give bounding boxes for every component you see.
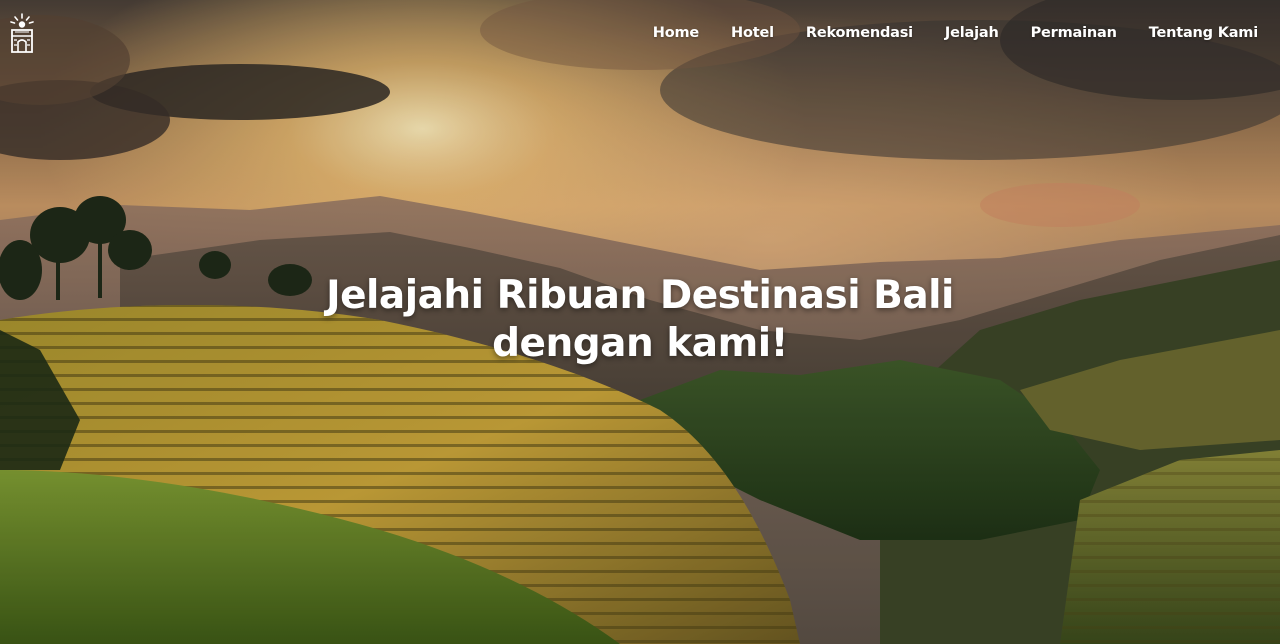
hero-headline-line2: dengan kami! (492, 321, 788, 366)
nav-item-jelajah[interactable]: Jelajah (945, 25, 999, 41)
hero-headline-line1: Jelajahi Ribuan Destinasi Bali (326, 273, 954, 318)
nav-item-hotel[interactable]: Hotel (731, 25, 774, 41)
hero-section: Home Hotel Rekomendasi Jelajah Permainan… (0, 0, 1280, 644)
nav-item-permainan[interactable]: Permainan (1031, 25, 1117, 41)
nav-item-rekomendasi[interactable]: Rekomendasi (806, 25, 913, 41)
temple-gate-icon[interactable] (9, 12, 35, 56)
hero-headline: Jelajahi Ribuan Destinasi Bali dengan ka… (0, 272, 1280, 368)
main-nav: Home Hotel Rekomendasi Jelajah Permainan… (653, 25, 1258, 41)
nav-item-home[interactable]: Home (653, 25, 699, 41)
nav-item-tentang-kami[interactable]: Tentang Kami (1149, 25, 1258, 41)
